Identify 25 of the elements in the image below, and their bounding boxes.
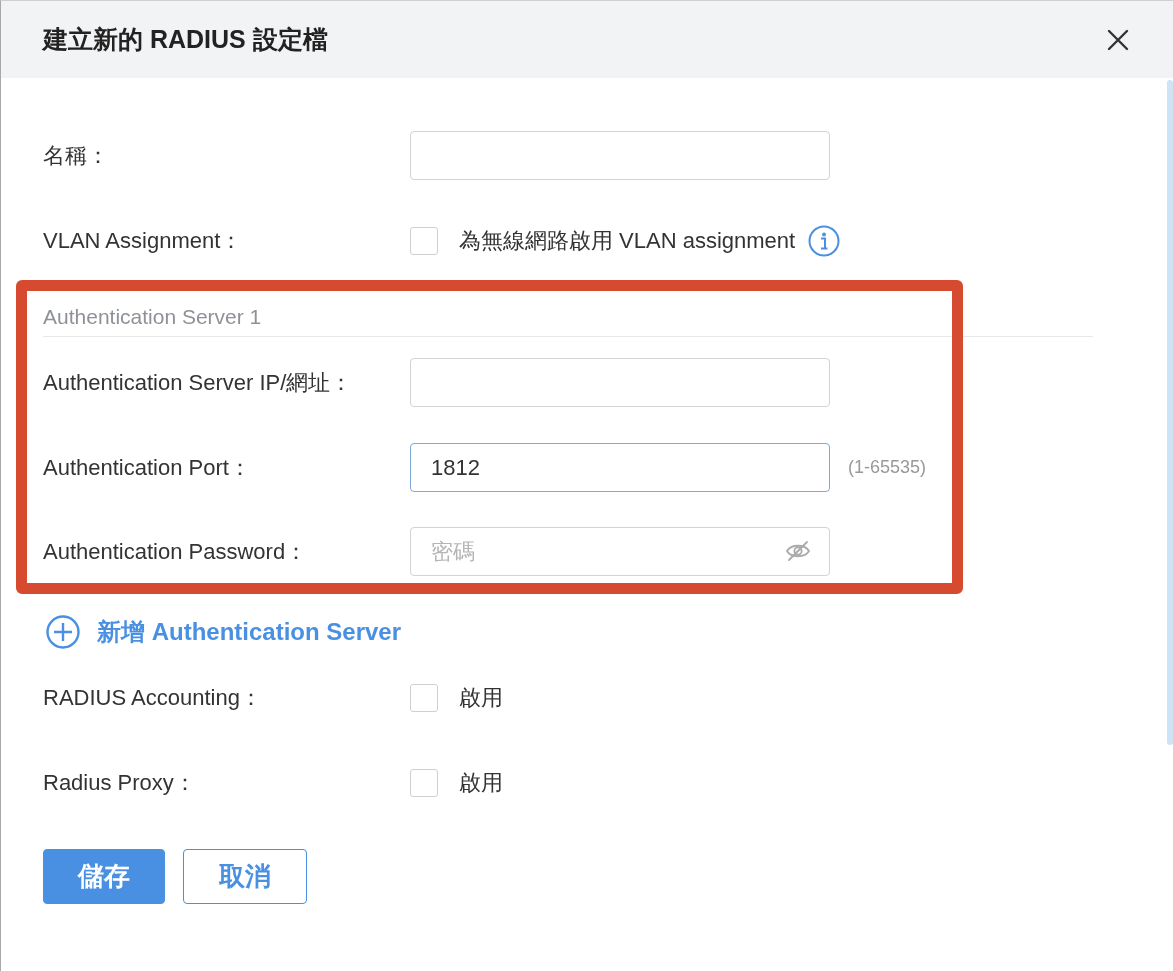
checkbox-label[interactable]: 為無線網路啟用 VLAN assignment	[459, 225, 796, 256]
field-label: Authentication Server IP/網址：	[43, 368, 354, 397]
range-hint: (1-65535)	[848, 457, 927, 478]
info-icon[interactable]	[808, 224, 841, 257]
input-field[interactable]	[410, 131, 830, 180]
scrollbar[interactable]	[1167, 80, 1173, 745]
plus-circle-icon[interactable]	[46, 615, 80, 649]
eye-slash-icon[interactable]	[785, 540, 811, 562]
checkbox[interactable]	[410, 768, 438, 797]
close-icon[interactable]	[1107, 28, 1129, 51]
section-heading: Authentication Server 1	[43, 304, 262, 330]
checkbox-label[interactable]: 啟用	[459, 682, 503, 713]
checkbox-label[interactable]: 啟用	[459, 767, 503, 798]
checkbox[interactable]	[410, 226, 438, 255]
checkbox[interactable]	[410, 683, 438, 712]
field-label: Authentication Password：	[43, 537, 309, 566]
field-label: Radius Proxy：	[43, 768, 197, 797]
field-label: Authentication Port：	[43, 453, 252, 482]
field-label: VLAN Assignment：	[43, 226, 244, 255]
dialog-title: 建立新的 RADIUS 設定檔	[43, 24, 328, 55]
password-field[interactable]: 密碼	[410, 527, 830, 576]
input-field[interactable]: 1812	[410, 443, 830, 492]
field-label: 名稱：	[43, 141, 110, 170]
input-field[interactable]	[410, 358, 830, 407]
field-label: RADIUS Accounting：	[43, 683, 263, 712]
